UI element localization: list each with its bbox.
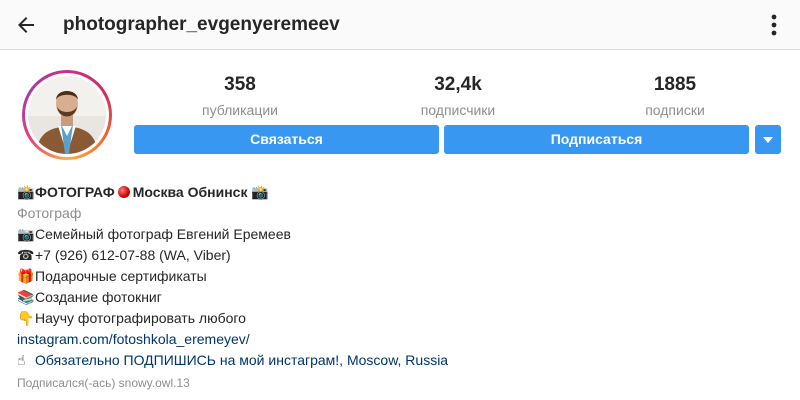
following-label: подписки [645,102,705,118]
bio-category: Фотограф [17,205,82,221]
caret-down-icon [763,137,773,143]
suggestions-dropdown-button[interactable] [755,125,781,154]
top-bar: photographer_evgenyeremeev [0,0,800,50]
camera-flash-icon: 📸 [251,184,269,200]
profile-bio: 📸ФОТОГРАФ Москва Обнинск 📸 Фотограф 📷Семе… [17,182,787,394]
bio-name-title: ФОТОГРАФ [35,184,115,200]
more-vertical-icon[interactable] [768,12,780,38]
bio-line-text: +7 (926) 612-07-88 (WA, Viber) [35,247,231,263]
followers-count: 32,4k [434,74,482,95]
bio-cta-text: Обязательно ПОДПИШИСЬ на мой инстаграм! [35,352,340,368]
posts-count: 358 [224,74,256,95]
bio-location-link[interactable]: Moscow, Russia [347,352,448,368]
bio-line-text: Создание фотокниг [35,289,162,305]
bio-location-separator: , [339,352,347,368]
avatar[interactable] [22,70,112,160]
bio-line-text: Подарочные сертификаты [35,268,207,284]
camera-icon: 📷 [17,226,35,242]
follow-button[interactable]: Подписаться [444,125,749,154]
followers-label: подписчики [420,102,496,118]
bio-line-text: Семейный фотограф Евгений Еремеев [35,226,291,242]
arrow-left-icon[interactable] [14,13,38,37]
posts-label: публикации [202,102,278,118]
bio-link[interactable]: instagram.com/fotoshkola_eremeyev/ [17,329,787,350]
bio-cta: ☝ Обязательно ПОДПИШИСЬ на мой инстаграм!… [17,350,787,371]
profile-username: photographer_evgenyeremeev [63,14,340,35]
bio-line-text: Научу фотографировать любого [35,310,246,326]
bio-name-city: Москва Обнинск [132,184,248,200]
bio-line: 📚Создание фотокниг [17,287,787,308]
profile-photo [28,76,106,154]
stat-followers[interactable]: 32,4k подписчики [378,73,538,119]
red-circle-icon [117,186,130,198]
bio-line: 👇Научу фотографировать любого [17,308,787,329]
stat-following[interactable]: 1885 подписки [595,73,755,119]
camera-flash-icon: 📸 [17,184,35,200]
avatar-border [25,73,109,157]
following-count: 1885 [653,74,697,95]
phone-icon: ☎ [17,247,35,263]
pointing-up-icon: ☝ [17,352,26,368]
followed-by-text[interactable]: Подписался(-ась) snowy.owl.13 [17,373,787,394]
bio-line: ☎+7 (926) 612-07-88 (WA, Viber) [17,245,787,266]
bio-line: 🎁Подарочные сертификаты [17,266,787,287]
gift-icon: 🎁 [17,268,35,284]
pointing-down-icon: 👇 [17,310,35,326]
bio-name: 📸ФОТОГРАФ Москва Обнинск 📸 [17,182,787,203]
stat-posts[interactable]: 358 публикации [160,73,320,119]
books-icon: 📚 [17,289,35,305]
contact-button[interactable]: Связаться [134,125,439,154]
bio-line: 📷Семейный фотограф Евгений Еремеев [17,224,787,245]
